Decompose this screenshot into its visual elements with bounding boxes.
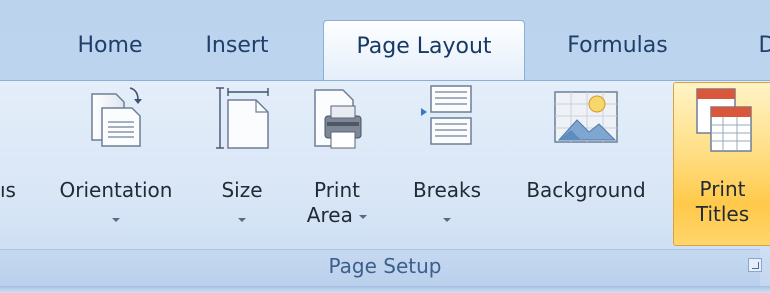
ribbon-tab-strip: Home Insert Page Layout Formulas D (0, 0, 770, 83)
print-titles-icon (691, 85, 755, 159)
ribbon-bottom-edge (0, 286, 770, 293)
background-button[interactable]: Background (506, 84, 666, 244)
print-area-label-line2: Area (300, 203, 374, 228)
page-breaks-icon (415, 84, 479, 154)
size-label: Size (221, 178, 263, 202)
orientation-button[interactable]: Orientation (38, 84, 194, 244)
tab-formulas[interactable]: Formulas (555, 0, 680, 80)
breaks-button[interactable]: Breaks (406, 84, 488, 244)
orientation-dropdown-arrow-icon (112, 218, 120, 222)
print-area-label-line1: Print (313, 178, 360, 202)
tab-page-layout[interactable]: Page Layout (323, 20, 525, 83)
print-titles-label-line1: Print (699, 177, 746, 201)
dialog-launcher-icon[interactable] (748, 258, 762, 272)
size-dropdown-arrow-icon (238, 218, 246, 222)
breaks-dropdown-arrow-icon (443, 218, 451, 222)
orientation-label: Orientation (59, 178, 173, 202)
tab-data-partial[interactable]: D (752, 0, 770, 80)
print-titles-button[interactable]: Print Titles (673, 82, 770, 246)
print-titles-label-line2: Titles (695, 202, 750, 226)
partial-button-label[interactable]: ıs (0, 178, 16, 202)
page-size-icon (210, 84, 274, 154)
tab-insert[interactable]: Insert (192, 0, 282, 80)
print-area-icon (305, 84, 369, 158)
print-area-button[interactable]: Print Area (300, 84, 374, 244)
breaks-label: Breaks (412, 178, 482, 202)
size-button[interactable]: Size (210, 84, 274, 244)
orientation-icon (86, 84, 146, 152)
tab-home[interactable]: Home (58, 0, 162, 80)
background-label: Background (526, 178, 646, 202)
group-label-page-setup: Page Setup (328, 254, 442, 278)
print-area-dropdown-arrow-icon (359, 214, 368, 219)
background-icon (551, 84, 621, 154)
